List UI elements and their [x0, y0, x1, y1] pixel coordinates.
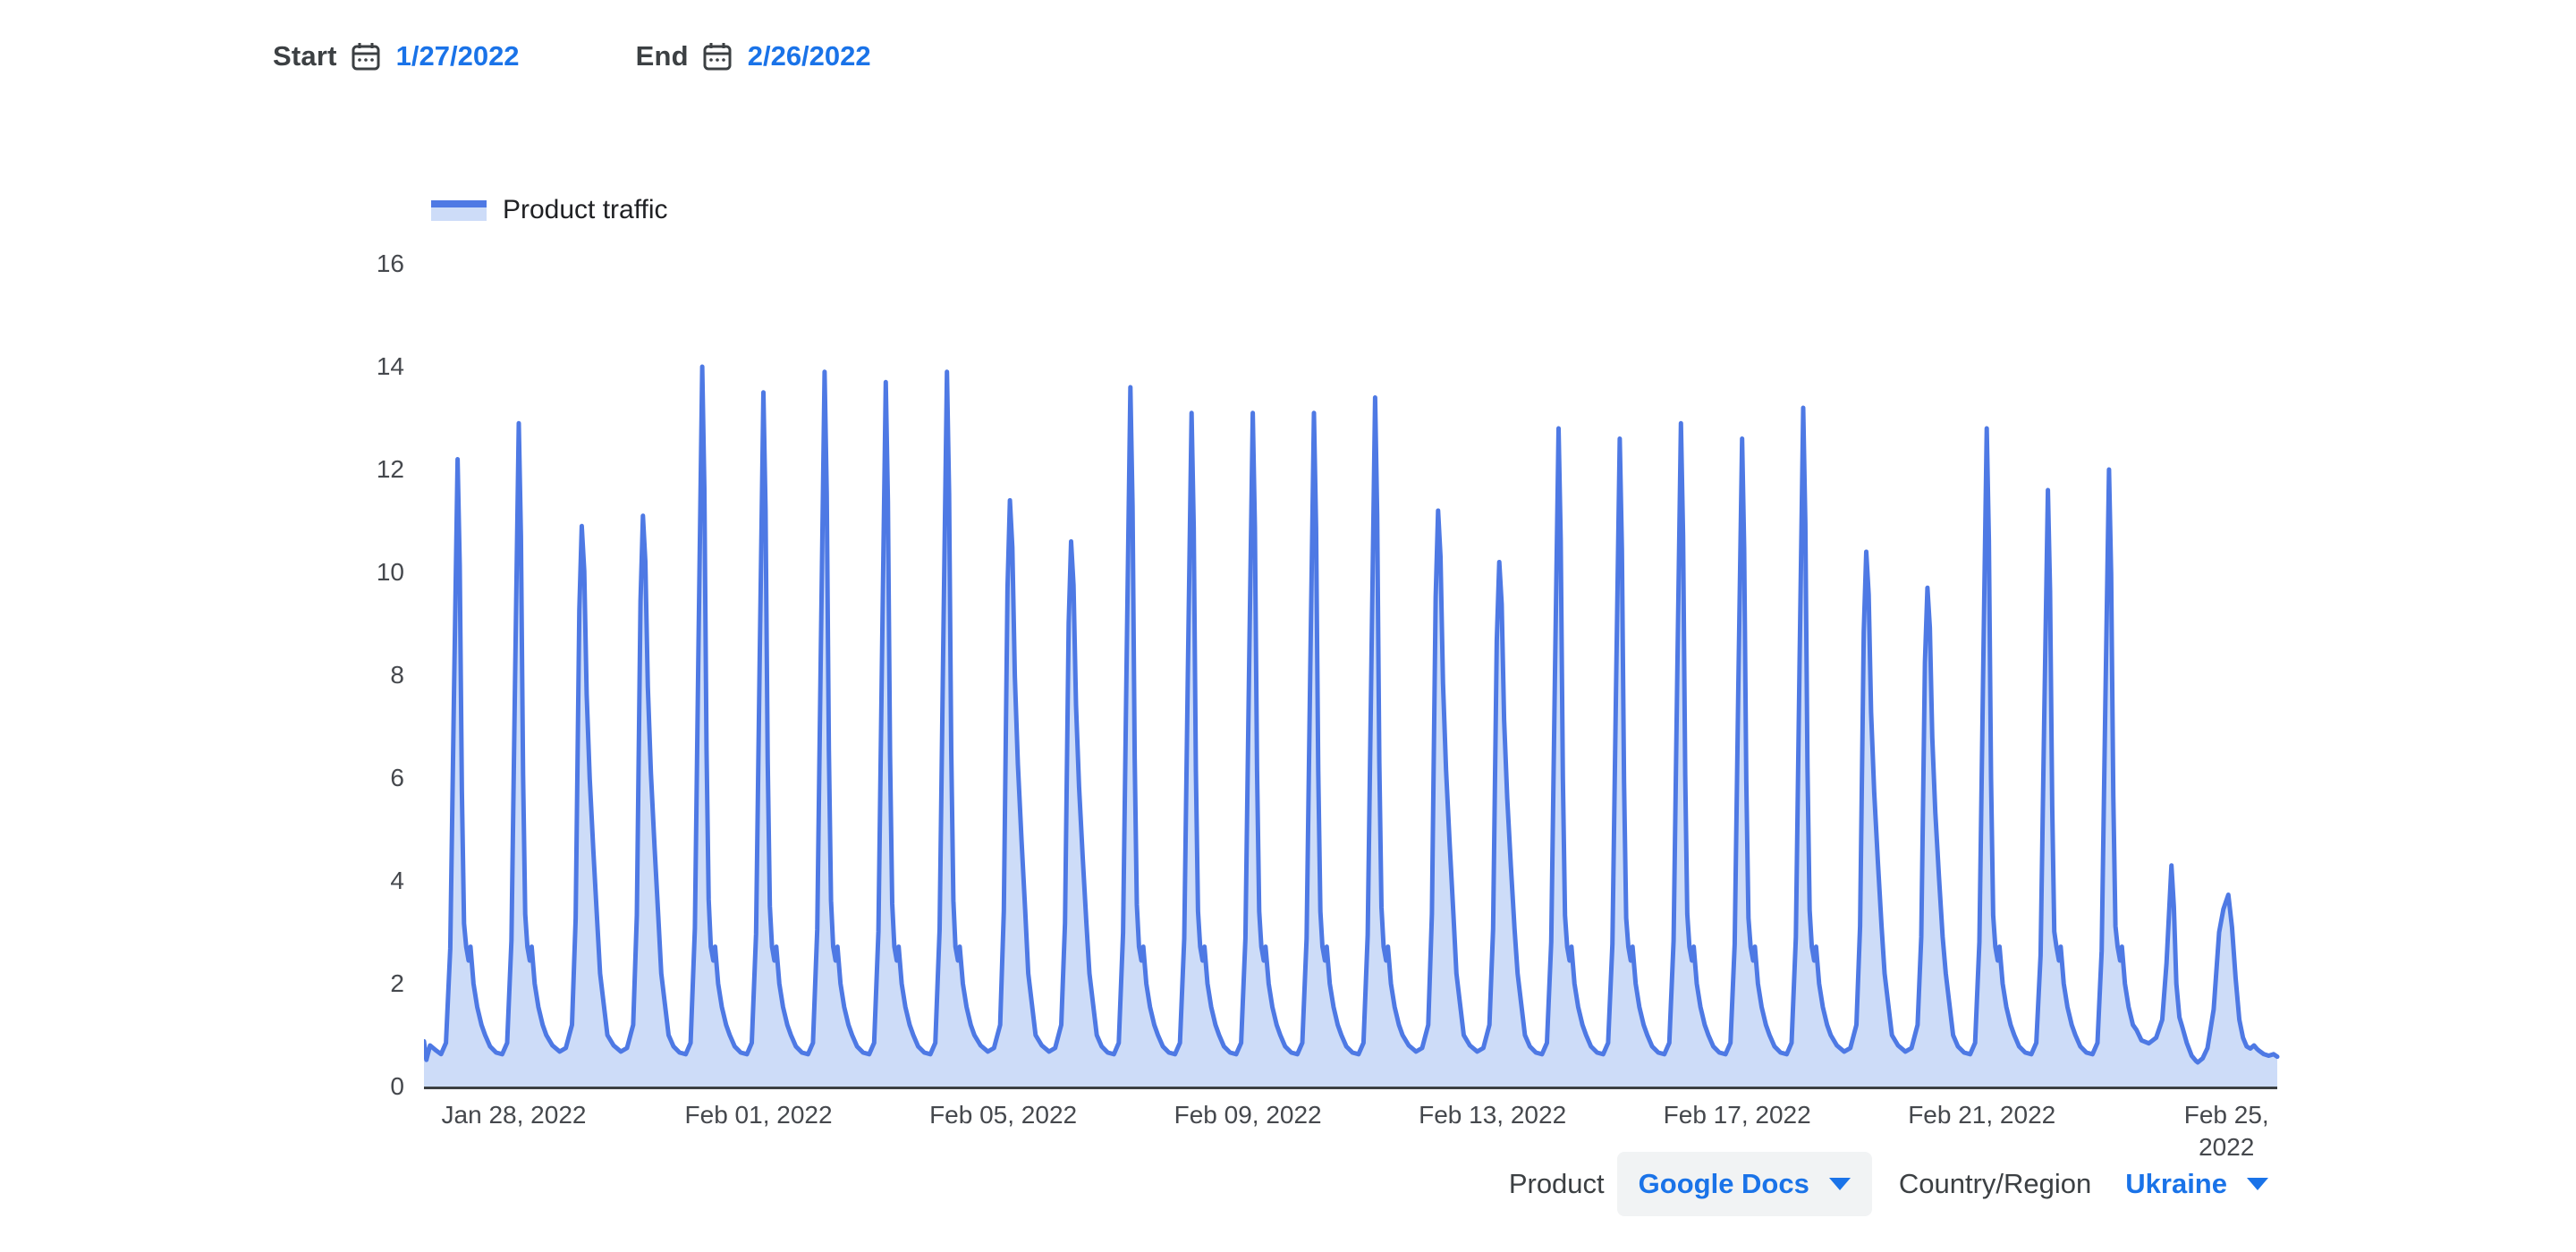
- region-value: Ukraine: [2125, 1168, 2227, 1200]
- traffic-report-page: Start 1/27/2022 End 2/26/2022: [0, 0, 2576, 1252]
- y-axis-label: 12: [324, 455, 404, 484]
- end-label: End: [636, 40, 689, 72]
- y-axis-label: 2: [324, 969, 404, 998]
- y-axis-label: 10: [324, 558, 404, 587]
- y-axis-label: 8: [324, 661, 404, 689]
- calendar-icon: [350, 40, 382, 72]
- date-range-controls: Start 1/27/2022 End 2/26/2022: [273, 40, 871, 72]
- y-axis-label: 0: [324, 1072, 404, 1101]
- region-select[interactable]: Ukraine: [2104, 1152, 2290, 1216]
- traffic-area-chart: [424, 250, 2281, 1091]
- product-value: Google Docs: [1639, 1168, 1809, 1200]
- product-label: Product: [1509, 1168, 1605, 1200]
- calendar-icon: [701, 40, 733, 72]
- x-axis-label: Feb 05, 2022: [905, 1099, 1102, 1131]
- x-axis-label: Feb 09, 2022: [1149, 1099, 1346, 1131]
- y-axis-label: 16: [324, 250, 404, 278]
- x-axis-label: Feb 01, 2022: [660, 1099, 857, 1131]
- x-axis-label: Jan 28, 2022: [416, 1099, 613, 1131]
- start-label: Start: [273, 40, 337, 72]
- chart-legend: Product traffic: [431, 195, 668, 225]
- end-calendar-button[interactable]: [701, 40, 733, 72]
- y-axis-label: 6: [324, 764, 404, 792]
- y-axis-label: 4: [324, 867, 404, 895]
- product-select[interactable]: Google Docs: [1617, 1152, 1872, 1216]
- start-date-value[interactable]: 1/27/2022: [396, 40, 520, 72]
- region-label: Country/Region: [1899, 1168, 2091, 1200]
- x-axis-label: Feb 21, 2022: [1884, 1099, 2080, 1131]
- x-axis-label: Feb 17, 2022: [1639, 1099, 1835, 1131]
- filter-controls: Product Google Docs Country/Region Ukrai…: [1509, 1152, 2290, 1216]
- start-calendar-button[interactable]: [350, 40, 382, 72]
- y-axis-label: 14: [324, 352, 404, 381]
- x-axis-label: Feb 13, 2022: [1394, 1099, 1591, 1131]
- legend-swatch-icon: [431, 199, 487, 222]
- chevron-down-icon: [2247, 1178, 2268, 1190]
- legend-label: Product traffic: [503, 195, 668, 225]
- chevron-down-icon: [1829, 1178, 1851, 1190]
- end-date-value[interactable]: 2/26/2022: [748, 40, 871, 72]
